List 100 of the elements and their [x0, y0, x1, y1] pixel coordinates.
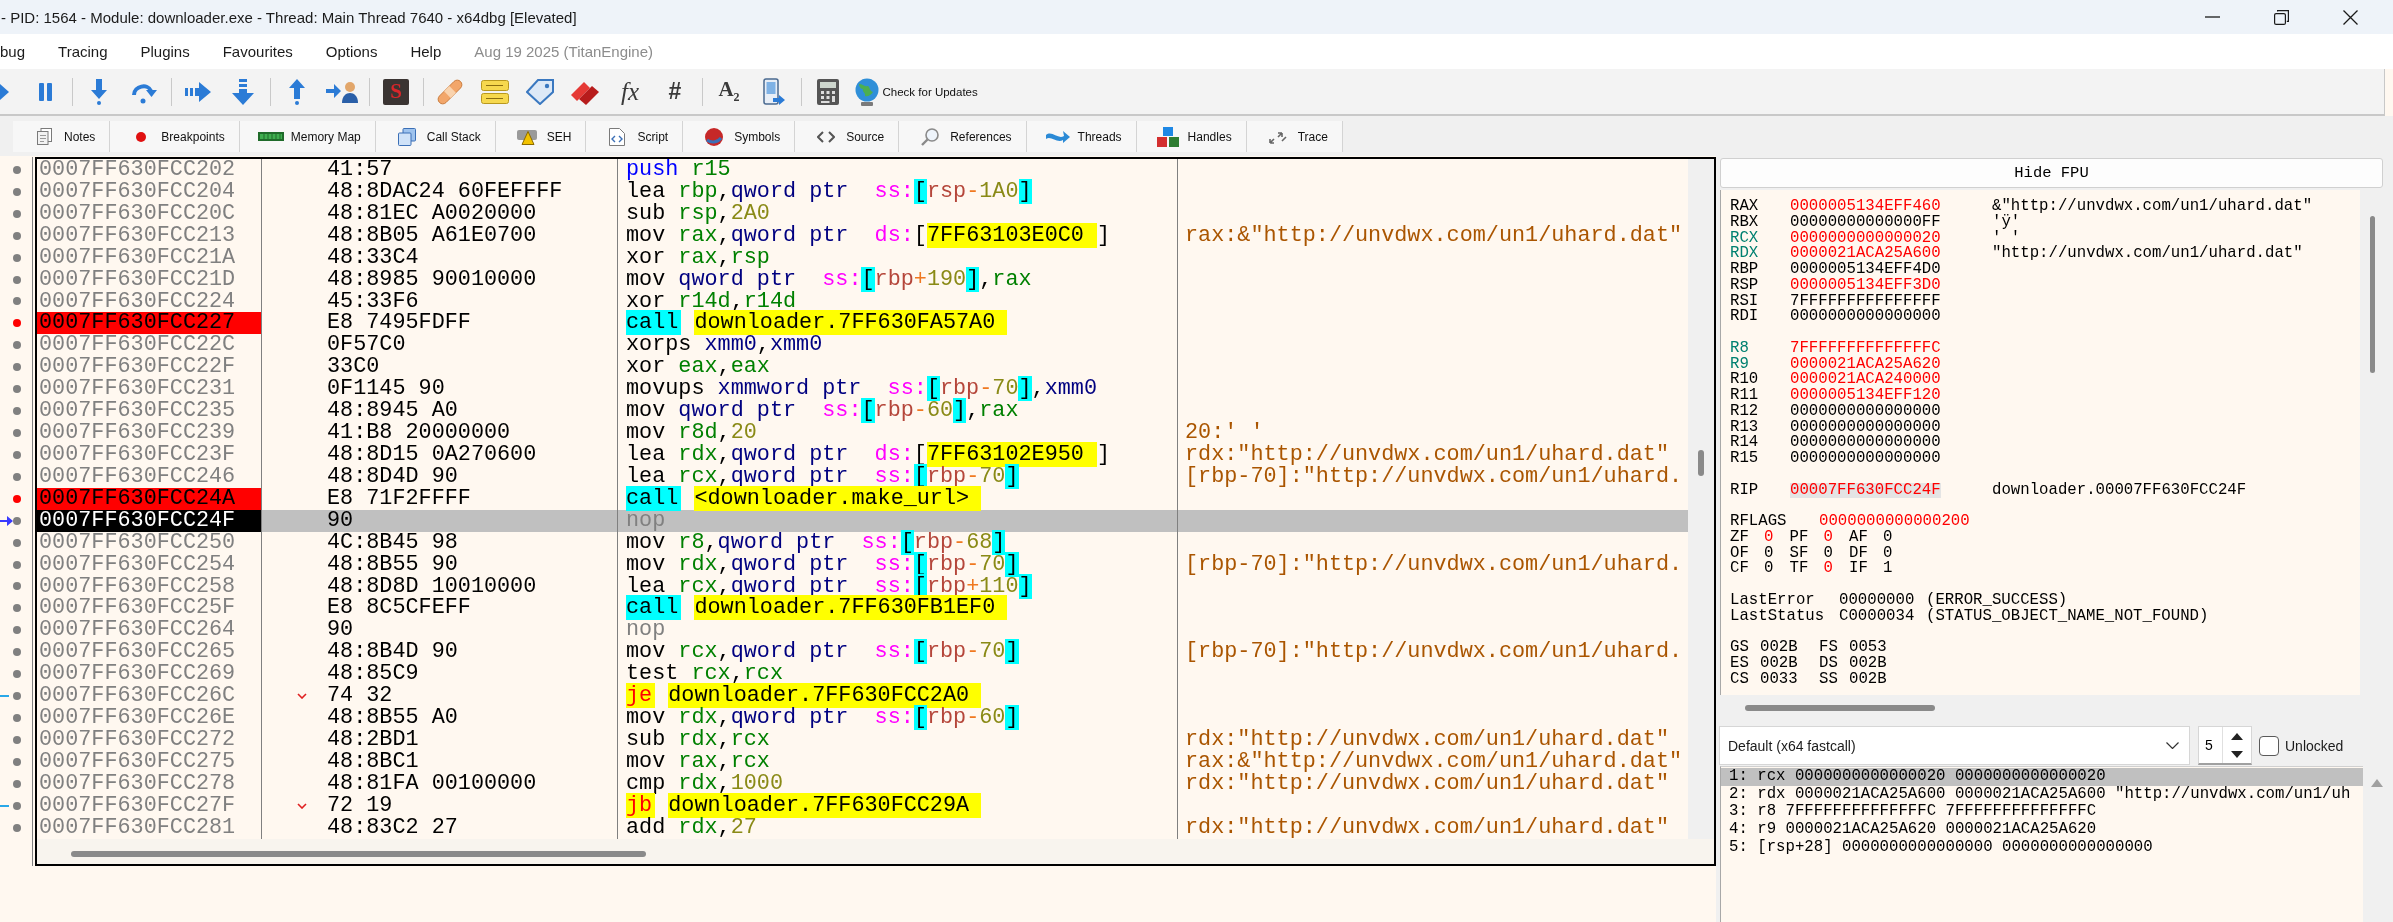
menu-item[interactable]: bug: [0, 43, 26, 60]
hide-fpu-button[interactable]: Hide FPU: [1720, 158, 2383, 188]
checkbox[interactable]: [2259, 736, 2279, 756]
toolbar-button[interactable]: A$_{2}$: [718, 77, 740, 106]
flag-value[interactable]: 1: [1883, 559, 1893, 578]
dot-icon[interactable]: [13, 670, 21, 679]
tab[interactable]: Call Stack: [375, 121, 496, 152]
tab[interactable]: Threads: [1026, 121, 1137, 152]
dot-icon[interactable]: [13, 231, 21, 240]
register-value[interactable]: 0000000000000000: [1790, 403, 1941, 420]
checkbox-label[interactable]: Unlocked: [2285, 737, 2344, 754]
dot-icon[interactable]: [13, 363, 21, 372]
register-value[interactable]: 0000000000000000: [1790, 435, 1941, 451]
menu-item[interactable]: Options: [325, 43, 378, 60]
phone-icon[interactable]: [763, 77, 785, 106]
dot-icon[interactable]: [13, 319, 21, 328]
flag-value[interactable]: 0: [1883, 527, 1893, 546]
register-value[interactable]: 0000000000000200: [1819, 514, 1970, 530]
register-value[interactable]: 0000005134EFF460: [1790, 199, 1941, 215]
dot-icon[interactable]: [13, 165, 21, 174]
tab[interactable]: References: [899, 121, 1027, 152]
pause-icon[interactable]: [38, 82, 52, 101]
dot-icon[interactable]: [13, 429, 21, 437]
register-value[interactable]: 00000000000000FF: [1790, 214, 1941, 231]
dot-icon[interactable]: [13, 779, 21, 788]
register-value[interactable]: 0000000000000020: [1790, 230, 1941, 247]
dot-icon[interactable]: [13, 757, 21, 766]
menu-item[interactable]: Help: [410, 43, 442, 60]
argument-item[interactable]: 4: r9 0000021ACA25A620 0000021ACA25A620: [1721, 821, 2363, 839]
dot-icon[interactable]: [13, 801, 21, 810]
triangle-down-icon[interactable]: [2231, 750, 2243, 758]
tab[interactable]: Trace: [1246, 121, 1343, 152]
calculator-icon[interactable]: [817, 78, 839, 105]
flag-value[interactable]: 0: [1823, 559, 1833, 578]
dot-icon[interactable]: [13, 604, 21, 613]
dot-icon[interactable]: [13, 253, 21, 262]
dot-icon[interactable]: [13, 275, 21, 284]
dot-icon[interactable]: [13, 385, 21, 394]
dot-icon[interactable]: [13, 582, 21, 591]
arrow-down-icon[interactable]: [232, 78, 254, 105]
arrow-up-icon[interactable]: [289, 78, 305, 105]
argument-item[interactable]: 5: [rsp+28] 0000000000000000 0000000000000000: [1721, 838, 2363, 857]
dot-icon[interactable]: [13, 450, 21, 459]
dot-icon[interactable]: [13, 538, 21, 547]
toolbar-button[interactable]: #: [668, 78, 682, 105]
register-value[interactable]: 7FFFFFFFFFFFFFFC: [1790, 340, 1941, 357]
tab[interactable]: Memory Map: [239, 121, 376, 152]
register-value[interactable]: 0000021ACA25A620: [1790, 356, 1941, 373]
toolbar-button[interactable]: fx: [620, 77, 639, 106]
menu-item[interactable]: Tracing: [58, 43, 108, 60]
flag-value[interactable]: 0: [1764, 527, 1774, 546]
register-value[interactable]: 0000005134EFF4D0: [1790, 262, 1941, 278]
flag-value[interactable]: 0: [1823, 543, 1833, 562]
flag-value[interactable]: 0: [1764, 543, 1774, 562]
convention-dropdown[interactable]: Default (x64 fastcall): [1719, 726, 2190, 765]
arrow-down-icon[interactable]: [91, 78, 107, 105]
dot-icon[interactable]: [13, 626, 21, 635]
tab[interactable]: Source: [795, 121, 900, 152]
tab[interactable]: Handles: [1136, 121, 1247, 152]
restore-icon[interactable]: [2274, 9, 2289, 25]
dot-icon[interactable]: [13, 823, 21, 832]
register-value[interactable]: 0000000000000000: [1790, 419, 1941, 436]
flag-value[interactable]: 0: [1883, 543, 1893, 562]
update-button[interactable]: Check for Updates: [853, 77, 978, 106]
dot-icon[interactable]: [13, 297, 21, 306]
arrow-right-icon[interactable]: [0, 82, 9, 101]
arrow-right-icon[interactable]: [185, 81, 211, 102]
scrollbar-thumb[interactable]: [71, 850, 646, 857]
tab[interactable]: Script: [586, 121, 684, 152]
dot-icon[interactable]: [13, 187, 21, 196]
tab[interactable]: Notes: [13, 121, 111, 152]
note-icon[interactable]: [481, 79, 509, 104]
register-value[interactable]: 7FFFFFFFFFFFFFFF: [1790, 293, 1941, 310]
register-value[interactable]: 0000021ACA25A600: [1790, 246, 1941, 262]
register-value[interactable]: 0000021ACA240000: [1790, 372, 1941, 388]
argument-item[interactable]: 3: r8 7FFFFFFFFFFFFFFC 7FFFFFFFFFFFFFFC: [1721, 803, 2363, 822]
dot-icon[interactable]: [13, 472, 21, 481]
scrollbar-thumb[interactable]: [1698, 450, 1704, 476]
dot-icon[interactable]: [13, 692, 21, 701]
register-value[interactable]: 0000000000000000: [1790, 309, 1941, 325]
menu-item[interactable]: Plugins: [140, 43, 190, 60]
tab[interactable]: SEH: [495, 121, 587, 152]
count-spinbox[interactable]: 5: [2198, 726, 2252, 765]
tab[interactable]: Symbols: [683, 121, 796, 152]
register-value[interactable]: 0000000000000000: [1790, 451, 1941, 467]
tag-icon[interactable]: [526, 78, 554, 105]
dot-icon[interactable]: [13, 714, 21, 722]
flag-value[interactable]: 0: [1823, 527, 1833, 546]
dot-icon[interactable]: [13, 494, 21, 503]
user-arrow-icon[interactable]: [326, 80, 358, 103]
argument-item[interactable]: 2: rdx 0000021ACA25A600 0000021ACA25A600 "http://unvdwx.com/un1/uh: [1721, 785, 2363, 804]
scrollbar-thumb[interactable]: [2370, 216, 2375, 373]
argument-item[interactable]: 1: rcx 0000000000000020 0000000000000020: [1721, 768, 2363, 786]
flag-value[interactable]: 0: [1764, 559, 1774, 578]
tab[interactable]: Breakpoints: [110, 121, 240, 152]
close-icon[interactable]: [2343, 9, 2358, 25]
dot-icon[interactable]: [13, 209, 21, 218]
menu-item[interactable]: Favourites: [222, 43, 293, 60]
dot-icon[interactable]: [13, 648, 21, 657]
selected-row[interactable]: 0007FF630FCC24F 90 nop: [37, 509, 1688, 532]
